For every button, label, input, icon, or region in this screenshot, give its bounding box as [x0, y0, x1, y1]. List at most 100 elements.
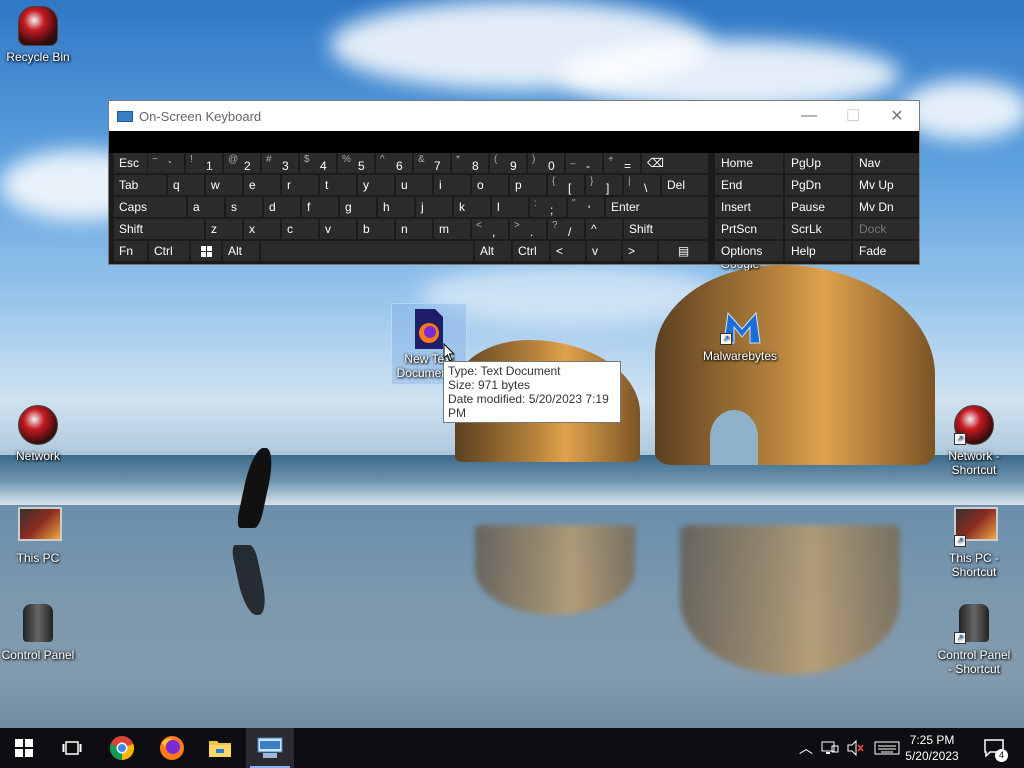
taskbar-file-explorer[interactable] [196, 728, 244, 768]
desktop-icon-recycle-bin[interactable]: Recycle Bin [0, 6, 78, 64]
key-,[interactable]: <, [472, 219, 508, 239]
key-end[interactable]: End [715, 175, 783, 195]
taskbar-chrome[interactable] [98, 728, 146, 768]
key-pgup[interactable]: PgUp [785, 153, 851, 173]
key-shift[interactable]: Shift [624, 219, 708, 239]
key-k[interactable]: k [454, 197, 490, 217]
key-fn[interactable]: Fn [114, 241, 147, 261]
key-^[interactable]: ^ [586, 219, 622, 239]
key-w[interactable]: w [206, 175, 242, 195]
volume-muted-icon[interactable] [846, 740, 866, 756]
key-i[interactable]: i [434, 175, 470, 195]
taskbar-clock[interactable]: 7:25 PM 5/20/2023 [892, 732, 972, 764]
key-o[interactable]: o [472, 175, 508, 195]
desktop-icon-this-pc[interactable]: This PC [0, 507, 78, 565]
key-t[interactable]: t [320, 175, 356, 195]
key-a[interactable]: a [188, 197, 224, 217]
start-button[interactable] [0, 728, 48, 768]
key-6[interactable]: ^ 6 [376, 153, 412, 173]
key-5[interactable]: % 5 [338, 153, 374, 173]
key-2[interactable]: @2 [224, 153, 260, 173]
key-<[interactable]: < [551, 241, 585, 261]
key-1[interactable]: ! 1 [186, 153, 222, 173]
key-`[interactable]: ~ ` [148, 153, 184, 173]
taskbar-firefox[interactable] [148, 728, 196, 768]
key-fade[interactable]: Fade [853, 241, 919, 261]
key-u[interactable]: u [396, 175, 432, 195]
osk-title-bar[interactable]: On-Screen Keyboard — ☐ ✕ [109, 101, 919, 131]
key-l[interactable]: l [492, 197, 528, 217]
minimize-button[interactable]: — [787, 107, 831, 125]
key-'[interactable]: " ' [568, 197, 604, 217]
task-view-button[interactable] [48, 728, 96, 768]
key-ctrl[interactable]: Ctrl [513, 241, 549, 261]
action-center-button[interactable]: 4 [974, 728, 1014, 768]
key-=[interactable]: + = [604, 153, 640, 173]
key-j[interactable]: j [416, 197, 452, 217]
key-mv-up[interactable]: Mv Up [853, 175, 919, 195]
key-r[interactable]: r [282, 175, 318, 195]
key-shift[interactable]: Shift [114, 219, 204, 239]
close-button[interactable]: ✕ [875, 106, 919, 126]
key-pause[interactable]: Pause [785, 197, 851, 217]
key-g[interactable]: g [340, 197, 376, 217]
key-v[interactable]: v [587, 241, 621, 261]
key-menu[interactable]: ▤ [659, 241, 708, 261]
key-d[interactable]: d [264, 197, 300, 217]
key-scrlk[interactable]: ScrLk [785, 219, 851, 239]
key-space[interactable] [261, 241, 473, 261]
key-[[interactable]: {[ [548, 175, 584, 195]
on-screen-keyboard-window[interactable]: On-Screen Keyboard — ☐ ✕ Esc ~ `! 1 @2 #3 $4% 5… [108, 100, 920, 265]
key-f[interactable]: f [302, 197, 338, 217]
desktop-icon-this-pc-shortcut[interactable]: ↗ This PC - Shortcut [934, 507, 1014, 579]
key-0[interactable]: ) 0 [528, 153, 564, 173]
key-h[interactable]: h [378, 197, 414, 217]
key-dock[interactable]: Dock [853, 219, 919, 239]
key-p[interactable]: p [510, 175, 546, 195]
key-mv-dn[interactable]: Mv Dn [853, 197, 919, 217]
key-prtscn[interactable]: PrtScn [715, 219, 783, 239]
key-z[interactable]: z [206, 219, 242, 239]
key-][interactable]: }] [586, 175, 622, 195]
key-v[interactable]: v [320, 219, 356, 239]
key-pgdn[interactable]: PgDn [785, 175, 851, 195]
desktop-icon-malwarebytes[interactable]: ↗ Malwarebytes [700, 305, 780, 363]
key-enter[interactable]: Enter [606, 197, 708, 217]
key-y[interactable]: y [358, 175, 394, 195]
network-status-icon[interactable] [820, 740, 840, 756]
key-ctrl[interactable]: Ctrl [149, 241, 189, 261]
key-.[interactable]: >. [510, 219, 546, 239]
key-c[interactable]: c [282, 219, 318, 239]
key-b[interactable]: b [358, 219, 394, 239]
key-9[interactable]: (9 [490, 153, 526, 173]
key-help[interactable]: Help [785, 241, 851, 261]
key-e[interactable]: e [244, 175, 280, 195]
key-nav[interactable]: Nav [853, 153, 919, 173]
key-windows[interactable] [191, 241, 221, 261]
key-m[interactable]: m [434, 219, 470, 239]
key-n[interactable]: n [396, 219, 432, 239]
key-;[interactable]: :; [530, 197, 566, 217]
key-alt[interactable]: Alt [223, 241, 259, 261]
desktop-icon-network-shortcut[interactable]: ↗ Network - Shortcut [934, 405, 1014, 477]
key-insert[interactable]: Insert [715, 197, 783, 217]
key-tab[interactable]: Tab [114, 175, 166, 195]
key-del[interactable]: Del [662, 175, 708, 195]
maximize-button[interactable]: ☐ [831, 106, 875, 126]
key--[interactable]: _ - [566, 153, 602, 173]
desktop-icon-control-panel-shortcut[interactable]: ↗ Control Panel - Shortcut [934, 604, 1014, 676]
key-s[interactable]: s [226, 197, 262, 217]
desktop-icon-network[interactable]: Network [0, 405, 78, 463]
key-alt[interactable]: Alt [475, 241, 511, 261]
key-home[interactable]: Home [715, 153, 783, 173]
chevron-up-icon[interactable]: ︿ [796, 738, 816, 758]
key-\[interactable]: | \ [624, 175, 660, 195]
key-3[interactable]: #3 [262, 153, 298, 173]
key-7[interactable]: & 7 [414, 153, 450, 173]
desktop-icon-control-panel[interactable]: Control Panel [0, 604, 78, 662]
key-backspace[interactable]: ⌫ [642, 153, 708, 173]
key-/[interactable]: ? / [548, 219, 584, 239]
key-x[interactable]: x [244, 219, 280, 239]
key-options[interactable]: Options [715, 241, 783, 261]
key-caps[interactable]: Caps [114, 197, 186, 217]
